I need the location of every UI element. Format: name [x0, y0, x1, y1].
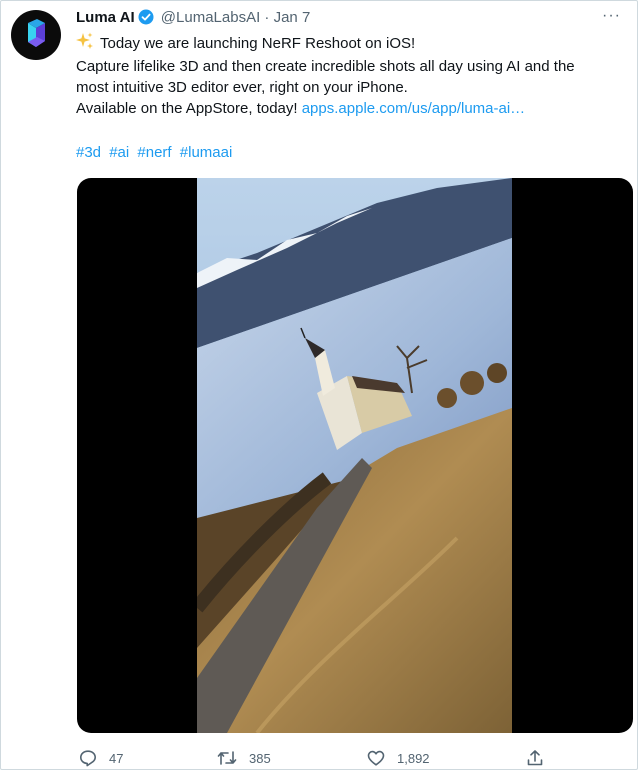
retweet-button[interactable]: 385 [217, 745, 271, 771]
hashtag-nerf[interactable]: #nerf [137, 144, 171, 161]
separator-dot: · [264, 9, 270, 26]
tweet-text: Today we are launching NeRF Reshoot on i… [76, 32, 631, 119]
video-frame-church-on-hill [197, 178, 512, 733]
tweet-line-1: Today we are launching NeRF Reshoot on i… [76, 32, 631, 56]
tweet-video[interactable] [77, 178, 633, 733]
reply-icon [80, 750, 96, 767]
more-icon[interactable]: ··· [602, 7, 621, 25]
tweet-line-2: Capture lifelike 3D and then create incr… [76, 58, 575, 75]
logo-icon [28, 19, 45, 47]
tweet-date[interactable]: Jan 7 [274, 9, 311, 26]
hashtags: #3d #ai #nerf #lumaai [76, 143, 236, 163]
author-handle[interactable]: @LumaLabsAI [161, 9, 260, 26]
author-name[interactable]: Luma AI [76, 9, 135, 26]
like-button[interactable]: 1,892 [367, 745, 430, 771]
reply-count: 47 [109, 750, 124, 766]
hashtag-lumaai[interactable]: #lumaai [180, 144, 233, 161]
tweet-line-4: Available on the AppStore, today! apps.a… [76, 100, 526, 117]
action-bar: 47 385 1,892 [1, 745, 640, 771]
avatar[interactable] [11, 10, 61, 60]
tweet-header: Luma AI @LumaLabsAI · Jan 7 [76, 8, 310, 31]
share-button[interactable] [526, 745, 556, 771]
like-count: 1,892 [397, 750, 430, 766]
retweet-count: 385 [249, 750, 271, 766]
verified-badge-icon [138, 9, 154, 31]
sparkles-icon [76, 32, 94, 56]
tweet-card[interactable]: Luma AI @LumaLabsAI · Jan 7 ··· Today we… [0, 0, 638, 770]
reply-button[interactable]: 47 [79, 745, 123, 771]
like-icon [367, 750, 385, 766]
tweet-line-3: most intuitive 3D editor ever, right on … [76, 79, 408, 96]
share-icon [527, 750, 543, 766]
hashtag-ai[interactable]: #ai [109, 144, 129, 161]
app-store-link[interactable]: apps.apple.com/us/app/luma-ai… [302, 100, 525, 117]
retweet-icon [217, 751, 237, 765]
hashtag-3d[interactable]: #3d [76, 144, 101, 161]
